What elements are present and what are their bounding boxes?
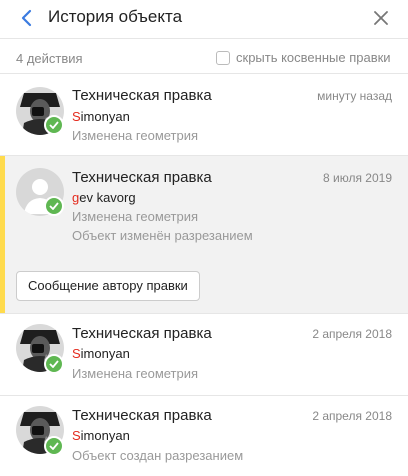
history-entry[interactable]: Техническая правка минуту назад Simonyan… <box>0 74 408 155</box>
author-initial: S <box>72 346 81 361</box>
history-toolbar: 4 действия скрыть косвенные правки <box>0 38 408 74</box>
author-name-rest: imonyan <box>80 109 130 124</box>
author-name-rest: imonyan <box>80 428 130 443</box>
edit-title: Техническая правка <box>72 325 212 342</box>
edit-title: Техническая правка <box>72 87 212 104</box>
approved-icon <box>44 115 64 135</box>
history-entry-selected[interactable]: Техническая правка 8 июля 2019 gev kavor… <box>0 156 408 313</box>
history-entry[interactable]: Техническая правка 2 апреля 2018 Simonya… <box>0 396 408 476</box>
hide-indirect-edits-label: скрыть косвенные правки <box>236 50 391 65</box>
approved-icon <box>44 436 64 456</box>
author-name[interactable]: Simonyan <box>72 428 130 443</box>
author-name[interactable]: gev kavorg <box>72 190 136 205</box>
close-button[interactable] <box>372 9 390 27</box>
author-name-rest: imonyan <box>80 346 130 361</box>
panel-title: История объекта <box>48 7 183 26</box>
history-entry[interactable]: Техническая правка 2 апреля 2018 Simonya… <box>0 314 408 395</box>
edit-date: 8 июля 2019 <box>323 171 392 185</box>
approved-icon <box>44 354 64 374</box>
edit-title: Техническая правка <box>72 169 212 186</box>
author-name-rest: ev kavorg <box>79 190 136 205</box>
panel-header: История объекта <box>0 0 408 38</box>
change-description: Объект изменён разрезанием <box>72 228 253 243</box>
edit-title: Техническая правка <box>72 407 212 424</box>
message-author-button[interactable]: Сообщение автору правки <box>16 271 200 301</box>
change-description: Изменена геометрия <box>72 366 199 381</box>
change-description: Изменена геометрия <box>72 128 199 143</box>
edit-date: 2 апреля 2018 <box>312 409 392 423</box>
approved-icon <box>44 196 64 216</box>
change-description: Изменена геометрия <box>72 209 199 224</box>
edit-date: 2 апреля 2018 <box>312 327 392 341</box>
author-initial: S <box>72 109 81 124</box>
close-icon <box>374 11 388 25</box>
actions-count: 4 действия <box>16 51 83 66</box>
hide-indirect-edits-toggle[interactable]: скрыть косвенные правки <box>216 50 391 65</box>
author-initial: S <box>72 428 81 443</box>
hide-indirect-edits-checkbox[interactable] <box>216 50 230 65</box>
chevron-left-icon <box>21 9 32 27</box>
selection-accent-bar <box>0 156 5 313</box>
author-name[interactable]: Simonyan <box>72 346 130 361</box>
change-description: Объект создан разрезанием <box>72 448 244 463</box>
author-name[interactable]: Simonyan <box>72 109 130 124</box>
back-button[interactable] <box>20 9 34 27</box>
edit-date: минуту назад <box>317 89 392 103</box>
